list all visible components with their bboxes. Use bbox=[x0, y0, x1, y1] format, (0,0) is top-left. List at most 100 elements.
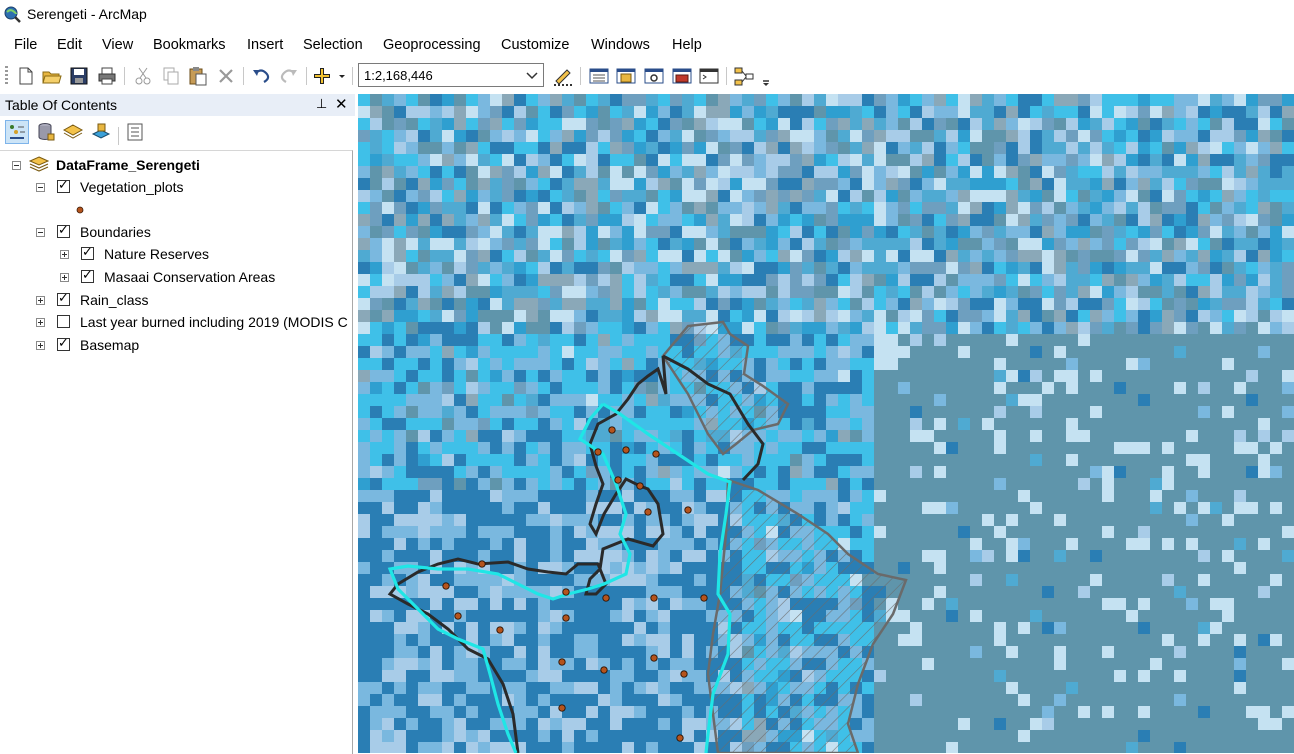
layer-visibility-checkbox[interactable] bbox=[57, 222, 70, 238]
python-window-button[interactable] bbox=[698, 65, 720, 87]
raster-cell bbox=[1210, 598, 1222, 610]
layer-visibility-checkbox[interactable] bbox=[57, 177, 70, 193]
map-display[interactable] bbox=[358, 94, 1294, 753]
close-icon[interactable]: ✕ bbox=[335, 95, 348, 113]
tree-row-last-year-burned[interactable]: Last year burned including 2019 (MODIS C bbox=[0, 312, 350, 332]
layer-visibility-checkbox[interactable] bbox=[57, 290, 70, 306]
raster-cell bbox=[646, 742, 658, 753]
layer-visibility-checkbox[interactable] bbox=[57, 315, 70, 328]
tree-row-boundaries[interactable]: Boundaries bbox=[0, 222, 350, 242]
raster-cell bbox=[586, 214, 598, 226]
raster-cell bbox=[1006, 670, 1018, 682]
redo-button[interactable] bbox=[278, 65, 300, 87]
layer-visibility-checkbox[interactable] bbox=[81, 267, 94, 283]
undo-button[interactable] bbox=[250, 65, 272, 87]
list-by-selection-button[interactable] bbox=[90, 121, 112, 143]
tree-row-dataframe[interactable]: DataFrame_Serengeti bbox=[0, 155, 350, 175]
menu-customize[interactable]: Customize bbox=[501, 37, 570, 53]
menu-windows[interactable]: Windows bbox=[591, 37, 650, 53]
raster-cell bbox=[514, 286, 526, 298]
raster-cell bbox=[454, 478, 466, 490]
menu-bookmarks[interactable]: Bookmarks bbox=[153, 37, 226, 53]
raster-cell bbox=[706, 250, 718, 262]
raster-cell bbox=[634, 742, 646, 753]
new-document-button[interactable] bbox=[15, 65, 37, 87]
expand-toggle[interactable] bbox=[36, 296, 45, 305]
print-button[interactable] bbox=[96, 65, 118, 87]
menu-file[interactable]: File bbox=[14, 37, 37, 53]
tree-row-nature-reserves[interactable]: Nature Reserves bbox=[0, 244, 350, 264]
raster-cell bbox=[982, 118, 994, 130]
expand-toggle[interactable] bbox=[36, 341, 45, 350]
tree-row-basemap[interactable]: Basemap bbox=[0, 335, 350, 355]
raster-cell bbox=[394, 274, 406, 286]
table-of-contents-window-button[interactable] bbox=[588, 65, 610, 87]
tree-row-vegetation-plots[interactable]: Vegetation_plots bbox=[0, 177, 350, 197]
list-by-visibility-button[interactable] bbox=[62, 121, 84, 143]
save-button[interactable] bbox=[68, 65, 90, 87]
raster-cell bbox=[670, 94, 682, 106]
raster-cell bbox=[874, 670, 886, 682]
raster-cell bbox=[430, 694, 442, 706]
menu-view[interactable]: View bbox=[102, 37, 133, 53]
delete-button[interactable] bbox=[215, 65, 237, 87]
tree-row-rain-class[interactable]: Rain_class bbox=[0, 290, 350, 310]
list-by-source-button[interactable] bbox=[35, 121, 57, 143]
menu-help[interactable]: Help bbox=[672, 37, 702, 53]
layer-visibility-checkbox[interactable] bbox=[81, 244, 94, 260]
raster-cell bbox=[1150, 478, 1162, 490]
menu-geoprocessing[interactable]: Geoprocessing bbox=[383, 37, 481, 53]
raster-cell bbox=[946, 670, 958, 682]
raster-cell bbox=[478, 694, 490, 706]
paste-button[interactable] bbox=[187, 65, 209, 87]
toolbar-overflow-button[interactable] bbox=[760, 65, 772, 87]
raster-cell bbox=[406, 250, 418, 262]
menu-selection[interactable]: Selection bbox=[303, 37, 363, 53]
menu-insert[interactable]: Insert bbox=[247, 37, 283, 53]
raster-cell bbox=[1234, 610, 1246, 622]
toc-options-button[interactable] bbox=[124, 121, 146, 143]
editor-toolbar-button[interactable] bbox=[552, 65, 574, 87]
map-canvas[interactable] bbox=[358, 94, 1294, 753]
raster-cell bbox=[466, 358, 478, 370]
catalog-window-button[interactable] bbox=[615, 65, 637, 87]
vegetation-plot-point bbox=[650, 654, 658, 662]
expand-toggle[interactable] bbox=[60, 250, 69, 259]
raster-cell bbox=[682, 706, 694, 718]
raster-cell bbox=[958, 250, 970, 262]
raster-cell bbox=[1114, 562, 1126, 574]
raster-cell bbox=[430, 214, 442, 226]
raster-cell bbox=[466, 322, 478, 334]
raster-cell bbox=[922, 394, 934, 406]
collapse-toggle[interactable] bbox=[12, 161, 21, 170]
raster-cell bbox=[970, 142, 982, 154]
search-window-button[interactable] bbox=[643, 65, 665, 87]
map-scale-dropdown[interactable]: 1:2,168,446 bbox=[358, 63, 544, 87]
layer-visibility-checkbox[interactable] bbox=[57, 335, 70, 351]
raster-cell bbox=[1078, 478, 1090, 490]
raster-cell bbox=[850, 298, 862, 310]
raster-cell bbox=[514, 406, 526, 418]
expand-toggle[interactable] bbox=[36, 318, 45, 327]
cut-button[interactable] bbox=[132, 65, 154, 87]
raster-cell bbox=[1282, 250, 1294, 262]
menu-edit[interactable]: Edit bbox=[57, 37, 82, 53]
copy-button[interactable] bbox=[160, 65, 182, 87]
raster-cell bbox=[514, 634, 526, 646]
collapse-toggle[interactable] bbox=[36, 183, 45, 192]
list-by-drawing-order-button[interactable] bbox=[5, 120, 29, 144]
raster-cell bbox=[622, 622, 634, 634]
pin-icon[interactable]: ⊥ bbox=[316, 96, 327, 112]
toolbar-grip[interactable] bbox=[5, 66, 8, 86]
add-data-button[interactable] bbox=[312, 65, 348, 87]
raster-cell bbox=[646, 706, 658, 718]
raster-cell bbox=[1078, 658, 1090, 670]
raster-cell bbox=[658, 322, 670, 334]
tree-row-masaai-conservation-areas[interactable]: Masaai Conservation Areas bbox=[0, 267, 350, 287]
arctoolbox-window-button[interactable] bbox=[671, 65, 693, 87]
expand-toggle[interactable] bbox=[60, 273, 69, 282]
open-button[interactable] bbox=[41, 65, 63, 87]
collapse-toggle[interactable] bbox=[36, 228, 45, 237]
model-builder-button[interactable] bbox=[733, 65, 755, 87]
raster-cell bbox=[1090, 574, 1102, 586]
